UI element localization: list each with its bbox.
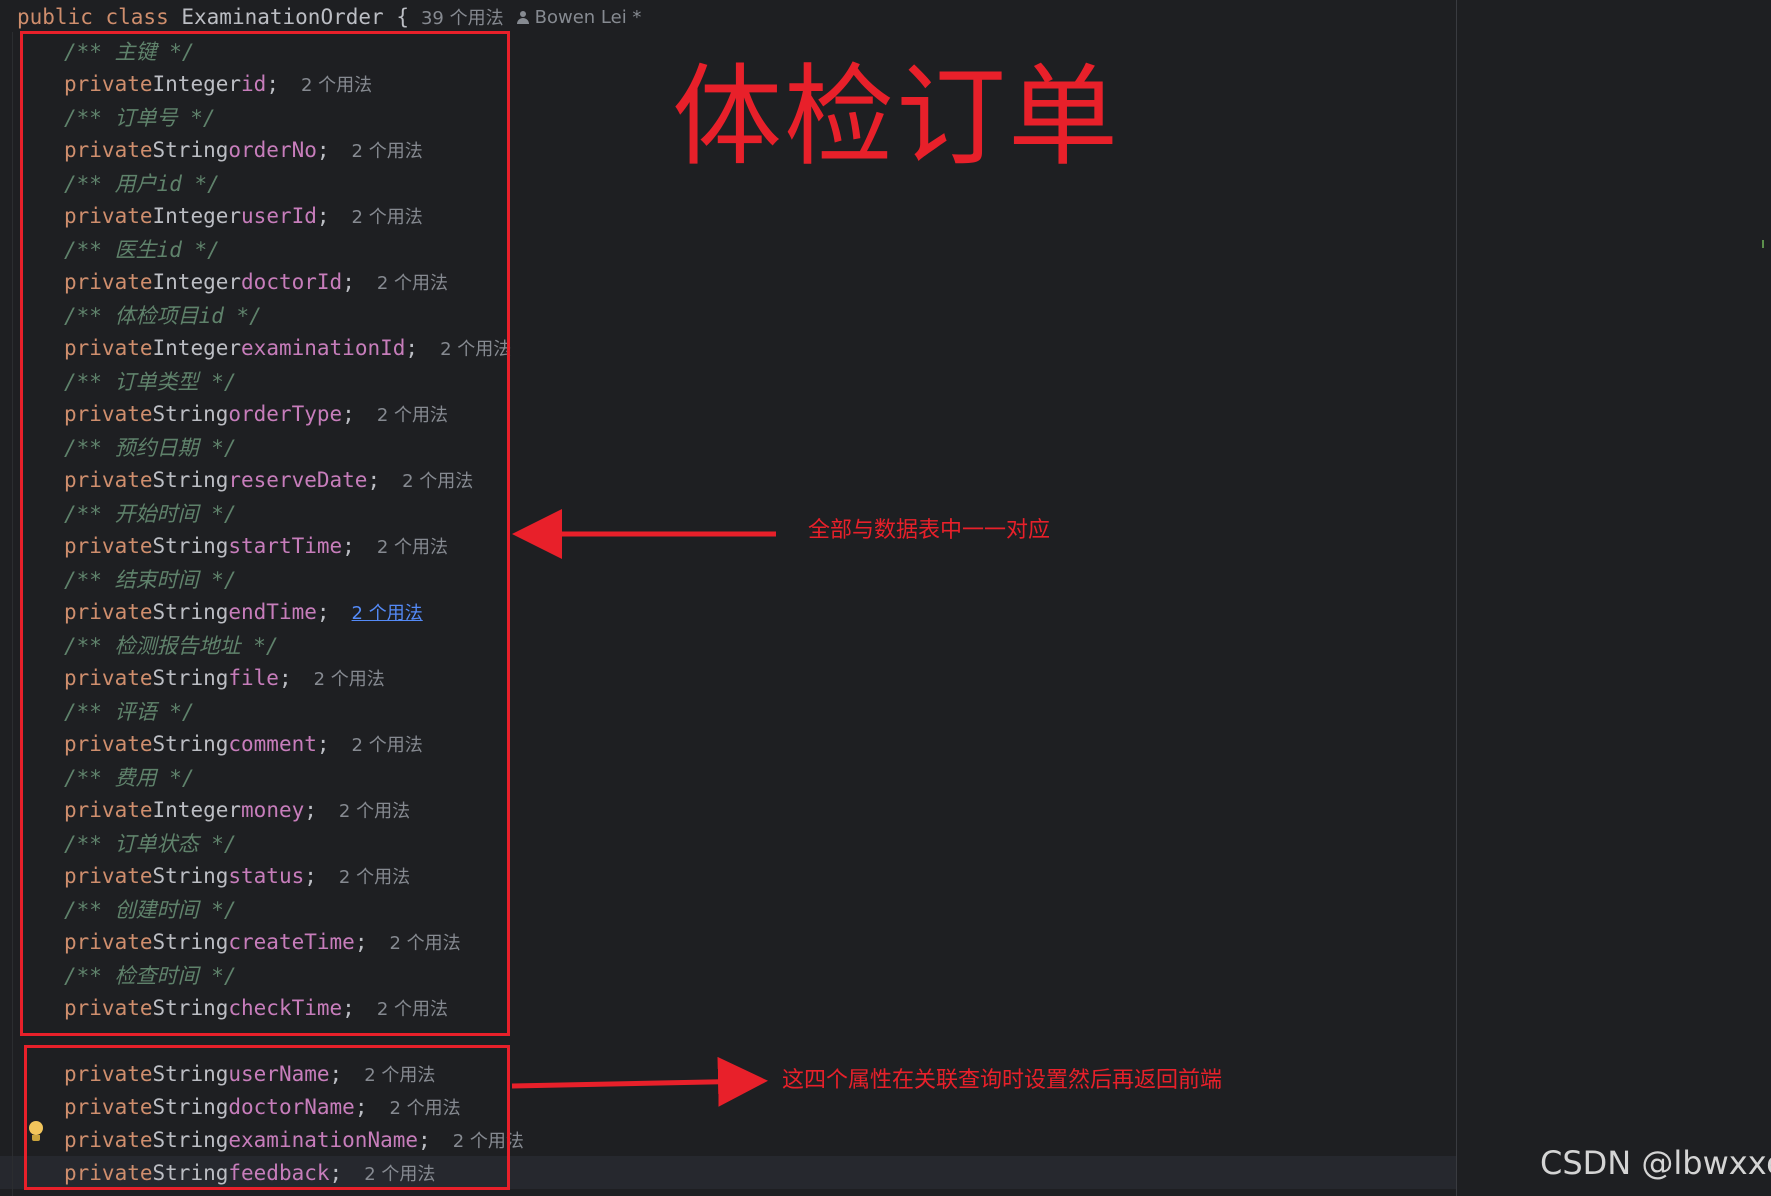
right-margin-divider [1456, 0, 1457, 1196]
author-hint[interactable]: Bowen Lei * [516, 6, 642, 28]
person-icon [516, 10, 530, 24]
annotation-title: 体检订单 [672, 53, 1120, 181]
class-keywords: public class [17, 5, 169, 29]
annotation-note-mapping: 全部与数据表中一一对应 [808, 518, 1051, 543]
class-usages-hint[interactable]: 39 个用法 [421, 4, 504, 30]
open-brace: { [396, 5, 409, 29]
author-name: Bowen Lei * [534, 6, 642, 28]
annotation-box-join-fields [24, 1045, 510, 1190]
annotation-note-join: 这四个属性在关联查询时设置然后再返回前端 [782, 1068, 1223, 1093]
watermark: CSDN @lbwxxc [1540, 1144, 1771, 1182]
class-name[interactable]: ExaminationOrder [181, 5, 383, 29]
annotation-box-mapped-fields [20, 31, 510, 1036]
class-declaration: public class ExaminationOrder {39 个用法 Bow… [17, 2, 641, 32]
editor-gutter-line [12, 32, 13, 1196]
scrollbar-change-marker [1762, 240, 1764, 248]
